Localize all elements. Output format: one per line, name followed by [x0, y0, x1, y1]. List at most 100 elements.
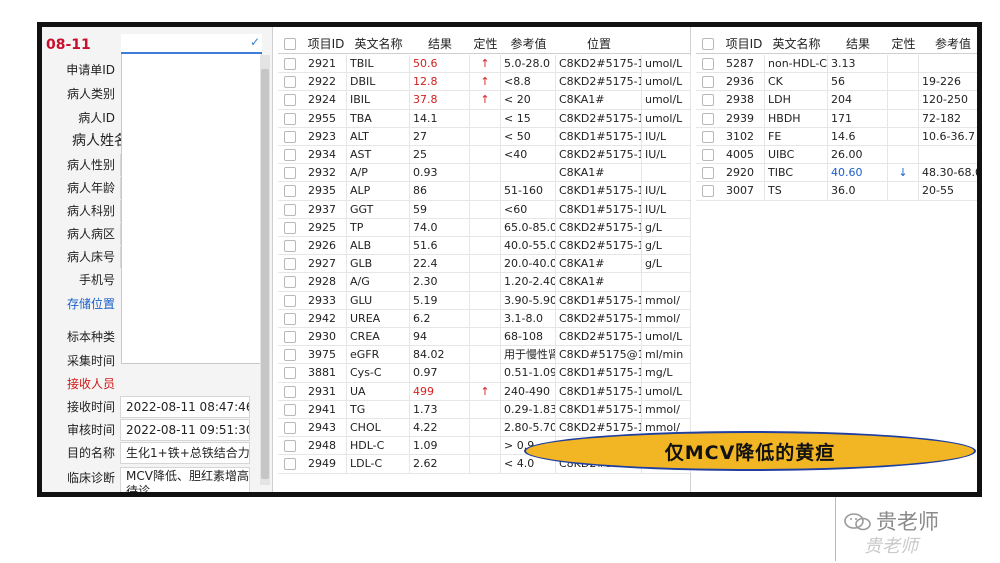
- table-row[interactable]: 2942 UREA 6.2 3.1-8.0 C8KD2#5175-1 mmol/: [278, 309, 691, 328]
- table-row[interactable]: 2930 CREA 94 68-108 C8KD2#5175-1 umol/L: [278, 328, 691, 347]
- table-row[interactable]: 4005 UIBC 26.00: [696, 146, 977, 165]
- cell-ref: 10.6-36.7: [919, 128, 977, 146]
- column-header[interactable]: 项目ID: [305, 34, 347, 54]
- table-row[interactable]: 2933 GLU 5.19 3.90-5.90 C8KD1#5175-1 mmol/: [278, 291, 691, 310]
- cell-name: UA: [347, 382, 410, 401]
- table-row[interactable]: 2928 A/G 2.30 1.20-2.40 C8KA1#: [278, 273, 691, 292]
- cell-id: 2920: [723, 164, 765, 183]
- row-checkbox[interactable]: [702, 76, 714, 89]
- cell-name: ALB: [347, 237, 410, 255]
- cell-id: 2926: [305, 237, 347, 255]
- column-header[interactable]: 结果: [410, 34, 470, 54]
- row-checkbox[interactable]: [702, 112, 714, 125]
- row-checkbox[interactable]: [284, 76, 296, 89]
- column-header[interactable]: 英文名称: [347, 34, 410, 54]
- field-value[interactable]: 2022-08-11 08:47:46: [120, 396, 250, 418]
- field-value[interactable]: 2022-08-11 09:51:30: [120, 419, 250, 441]
- table-row[interactable]: 2921 TBIL 50.6 ↑ 5.0-28.0 C8KD2#5175-1 umol/L: [278, 55, 691, 74]
- select-all-checkbox[interactable]: [284, 38, 296, 50]
- row-checkbox[interactable]: [284, 203, 296, 216]
- cell-unit: ml/min: [642, 346, 691, 365]
- dropdown-popup[interactable]: [121, 34, 262, 364]
- row-checkbox[interactable]: [284, 185, 296, 198]
- table-row[interactable]: 2926 ALB 51.6 40.0-55.0 C8KD2#5175-1 g/L: [278, 237, 691, 256]
- table-row[interactable]: 2927 GLB 22.4 20.0-40.0 C8KA1# g/L: [278, 255, 691, 274]
- column-header[interactable]: [642, 34, 691, 54]
- row-checkbox[interactable]: [702, 94, 714, 107]
- table-row[interactable]: 2938 LDH 204 120-250: [696, 91, 977, 110]
- table-row[interactable]: 2939 HBDH 171 72-182: [696, 109, 977, 128]
- row-checkbox[interactable]: [702, 58, 714, 70]
- table-row[interactable]: 3881 Cys-C 0.97 0.51-1.09 C8KD1#5175-1 mg/L: [278, 364, 691, 383]
- row-checkbox[interactable]: [284, 58, 296, 70]
- table-row[interactable]: 3975 eGFR 84.02 用于慢性肾 C8KD#5175@1 ml/min: [278, 346, 691, 365]
- left-scrollbar[interactable]: [260, 55, 270, 485]
- check-icon[interactable]: ✓: [250, 35, 260, 49]
- table-row[interactable]: 2924 IBIL 37.8 ↑ < 20 C8KA1# umol/L: [278, 91, 691, 110]
- column-header[interactable]: 定性: [470, 34, 501, 54]
- table-row[interactable]: 2925 TP 74.0 65.0-85.0 C8KD2#5175-1 g/L: [278, 218, 691, 237]
- field-label: 临床诊断: [66, 471, 115, 485]
- row-checkbox[interactable]: [284, 385, 296, 398]
- left-scrollbar-thumb[interactable]: [261, 69, 269, 479]
- row-checkbox[interactable]: [284, 240, 296, 252]
- row-checkbox[interactable]: [702, 130, 714, 143]
- field-label[interactable]: 存储位置: [67, 293, 115, 315]
- cell-id: 2924: [305, 91, 347, 110]
- row-checkbox[interactable]: [284, 112, 296, 125]
- row-checkbox[interactable]: [284, 276, 296, 289]
- cell-id: 2923: [305, 127, 347, 146]
- column-header[interactable]: 参考值: [919, 34, 977, 54]
- field-label: 目的名称: [66, 446, 115, 460]
- column-header[interactable]: 英文名称: [765, 34, 828, 54]
- row-checkbox[interactable]: [284, 294, 296, 307]
- row-checkbox[interactable]: [702, 167, 714, 180]
- row-checkbox[interactable]: [702, 149, 714, 161]
- column-header[interactable]: 位置: [556, 34, 642, 54]
- cell-unit: umol/L: [642, 91, 691, 110]
- column-header[interactable]: 结果: [828, 34, 888, 54]
- column-header[interactable]: 项目ID: [723, 34, 765, 54]
- row-checkbox[interactable]: [284, 349, 296, 362]
- patient-info-panel: 08-11 申请单ID病人类别病人ID病人姓名病人性别男﹀病人年龄45岁病人科别…: [42, 27, 273, 492]
- table-row[interactable]: 5287 non-HDL-C 3.13: [696, 55, 977, 74]
- table-row[interactable]: 2922 DBIL 12.8 ↑ <8.8 C8KD2#5175-1 umol/L: [278, 73, 691, 92]
- select-all-checkbox[interactable]: [702, 38, 714, 50]
- cell-flag: [470, 328, 501, 346]
- table-row[interactable]: 2955 TBA 14.1 < 15 C8KD2#5175-1 umol/L: [278, 109, 691, 128]
- table-row[interactable]: 2923 ALT 27 < 50 C8KD1#5175-1 IU/L: [278, 127, 691, 146]
- field-value[interactable]: 生化1+铁+总铁结合力: [120, 442, 250, 464]
- table-row[interactable]: 3102 FE 14.6 10.6-36.7: [696, 127, 977, 146]
- row-checkbox[interactable]: [284, 149, 296, 161]
- table-row[interactable]: 2941 TG 1.73 0.29-1.83 C8KD1#5175-1 mmol/: [278, 400, 691, 419]
- row-checkbox[interactable]: [284, 130, 296, 143]
- field-value[interactable]: MCV降低、胆红素增高待诊: [120, 467, 250, 492]
- row-checkbox[interactable]: [702, 185, 714, 198]
- table-row[interactable]: 3007 TS 36.0 20-55: [696, 182, 977, 201]
- cell-ref: 51-160: [501, 182, 556, 201]
- row-checkbox[interactable]: [284, 331, 296, 343]
- row-checkbox[interactable]: [284, 167, 296, 180]
- table-row[interactable]: 2936 CK 56 19-226: [696, 73, 977, 92]
- table-row[interactable]: 2935 ALP 86 51-160 C8KD1#5175-1 IU/L: [278, 182, 691, 201]
- cell-result: 94: [410, 328, 470, 346]
- field-value[interactable]: [120, 373, 250, 395]
- row-checkbox[interactable]: [284, 367, 296, 380]
- row-checkbox[interactable]: [284, 422, 296, 434]
- column-header[interactable]: 定性: [888, 34, 919, 54]
- table-row[interactable]: 2931 UA 499 ↑ 240-490 C8KD1#5175-1 umol/L: [278, 382, 691, 401]
- row-checkbox[interactable]: [284, 403, 296, 416]
- cell-result: 204: [828, 91, 888, 110]
- row-checkbox[interactable]: [284, 94, 296, 107]
- row-checkbox[interactable]: [284, 258, 296, 271]
- dropdown-header[interactable]: ✓: [121, 34, 262, 54]
- table-row[interactable]: 2937 GGT 59 <60 C8KD1#5175-1 IU/L: [278, 200, 691, 219]
- table-row[interactable]: 2934 AST 25 <40 C8KD2#5175-1 IU/L: [278, 146, 691, 165]
- column-header[interactable]: 参考值: [501, 34, 556, 54]
- row-checkbox[interactable]: [284, 312, 296, 325]
- row-checkbox[interactable]: [284, 221, 296, 234]
- table-row[interactable]: 2932 A/P 0.93 C8KA1#: [278, 164, 691, 183]
- row-checkbox[interactable]: [284, 458, 296, 471]
- row-checkbox[interactable]: [284, 440, 296, 453]
- table-row[interactable]: 2920 TIBC 40.60 ↓ 48.30-68.0: [696, 164, 977, 183]
